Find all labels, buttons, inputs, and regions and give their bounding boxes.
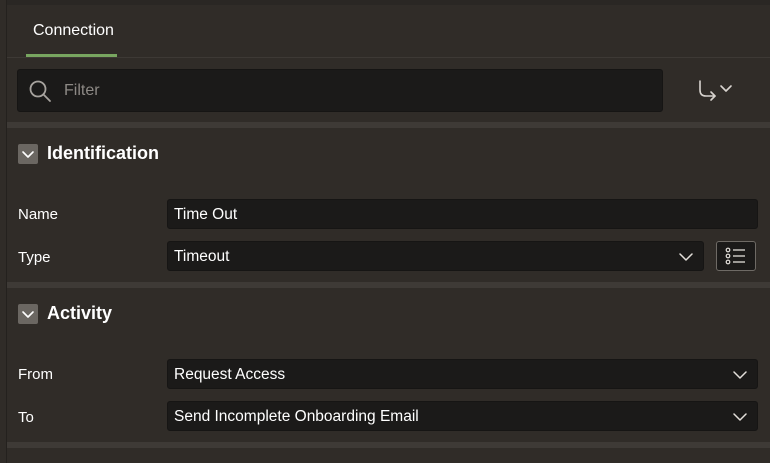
collapse-identification-toggle[interactable]: [18, 144, 38, 164]
filter-input[interactable]: [62, 76, 646, 106]
from-select[interactable]: Request Access: [167, 359, 758, 389]
filter-row: [7, 58, 770, 122]
collapse-activity-toggle[interactable]: [18, 304, 38, 324]
list-of-values-button[interactable]: [716, 241, 756, 271]
chevron-down-icon: [679, 253, 693, 261]
chevron-down-icon: [733, 413, 747, 421]
type-value: Timeout: [174, 248, 230, 265]
section-divider: [7, 122, 770, 128]
to-value: Send Incomplete Onboarding Email: [174, 408, 419, 425]
next-section-area: [7, 448, 770, 463]
goto-group-button[interactable]: [691, 76, 739, 104]
tab-bar: Connection: [7, 5, 770, 58]
identification-title: Identification: [47, 143, 159, 163]
type-select[interactable]: Timeout: [167, 241, 704, 271]
from-value: Request Access: [174, 366, 286, 383]
name-value: Time Out: [174, 206, 238, 223]
list-icon: [725, 247, 745, 265]
name-field[interactable]: Time Out: [167, 199, 758, 229]
chevron-down-icon: [733, 371, 747, 379]
goto-arrow-icon: [699, 80, 732, 101]
active-tab-indicator: [26, 54, 117, 57]
from-label: From: [18, 366, 53, 383]
activity-section-header: Activity: [7, 291, 770, 347]
to-label: To: [18, 409, 34, 426]
search-icon: [29, 80, 51, 102]
property-editor-panel: Connection Identification Name: [6, 0, 770, 463]
activity-title: Activity: [47, 303, 113, 323]
chevron-down-icon: [22, 151, 34, 158]
section-divider: [7, 282, 770, 288]
filter-field[interactable]: [17, 69, 663, 112]
to-select[interactable]: Send Incomplete Onboarding Email: [167, 401, 758, 431]
name-label: Name: [18, 206, 59, 223]
identification-section-header: Identification: [7, 131, 770, 187]
chevron-down-icon: [22, 311, 34, 318]
tab-connection[interactable]: Connection: [33, 22, 114, 40]
type-label: Type: [18, 249, 51, 266]
